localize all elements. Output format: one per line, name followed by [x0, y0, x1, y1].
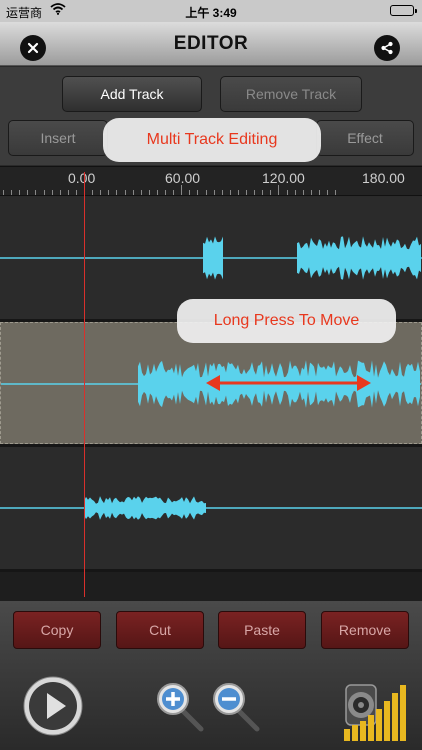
ruler-label-60: 60.00 — [165, 170, 201, 186]
multi-track-tooltip: Multi Track Editing — [103, 118, 321, 162]
ruler-tick — [51, 190, 53, 195]
remove-button[interactable]: Remove — [321, 611, 409, 649]
status-time: 上午 3:49 — [185, 6, 237, 20]
ruler-tick — [173, 190, 175, 195]
ruler-tick — [59, 190, 61, 195]
ruler-tick — [108, 190, 110, 195]
copy-button[interactable]: Copy — [13, 611, 101, 649]
ruler-tick — [19, 190, 21, 195]
effect-button[interactable]: Effect — [316, 120, 414, 156]
track-area — [0, 197, 422, 601]
page-title: EDITOR — [173, 33, 249, 54]
track-3-waveform — [0, 496, 422, 520]
share-button[interactable] — [374, 35, 400, 61]
ruler-label-120: 120.00 — [262, 170, 305, 186]
ruler-tick — [165, 190, 166, 195]
ruler-tick — [100, 190, 102, 195]
ruler-tick — [221, 190, 223, 195]
add-track-button[interactable]: Add Track — [62, 76, 202, 112]
cut-button[interactable]: Cut — [116, 611, 204, 649]
bottom-panel: Copy Cut Paste Remove — [0, 601, 422, 750]
ruler-tick — [229, 190, 231, 195]
ruler-tick — [335, 190, 337, 195]
ruler-tick — [116, 190, 118, 195]
battery-icon — [390, 5, 417, 16]
ruler-tick — [294, 190, 296, 195]
ruler-tick — [67, 190, 69, 195]
remove-track-button[interactable]: Remove Track — [220, 76, 362, 112]
ruler-label-180: 180.00 — [362, 170, 405, 186]
ruler-tick — [43, 190, 45, 195]
zoom-in-button[interactable] — [155, 681, 209, 742]
status-bar: 运营商 上午 3:49 — [0, 0, 422, 22]
track-3[interactable] — [0, 447, 422, 569]
ruler-tick — [262, 190, 264, 195]
speaker-volume-icon — [344, 684, 406, 741]
ruler-tick — [237, 190, 239, 195]
ruler-tick — [318, 190, 320, 195]
ruler-tick — [302, 190, 304, 195]
nav-bar: EDITOR — [0, 22, 422, 66]
ruler-tick — [205, 190, 207, 195]
playhead[interactable] — [84, 172, 85, 597]
ruler-tick — [75, 190, 77, 195]
ruler-tick — [278, 185, 280, 195]
ruler-tick — [3, 190, 4, 195]
ruler-tick — [286, 190, 288, 195]
ruler-tick — [213, 190, 215, 195]
track-divider — [0, 569, 422, 572]
ruler-tick — [197, 190, 199, 195]
ruler-tick — [189, 190, 191, 195]
ruler-tick — [254, 190, 256, 195]
share-icon — [381, 41, 393, 55]
ruler-tick — [140, 190, 142, 195]
ruler-tick — [270, 190, 272, 195]
ruler-tick — [124, 190, 126, 195]
ruler-tick — [92, 190, 94, 195]
ruler-tick — [310, 190, 312, 195]
long-press-tooltip: Long Press To Move — [177, 299, 396, 343]
insert-button[interactable]: Insert — [8, 120, 108, 156]
zoom-out-button[interactable] — [211, 681, 265, 742]
ruler-tick — [156, 190, 158, 195]
play-icon — [23, 676, 83, 736]
ruler-tick — [327, 190, 328, 195]
ruler-tick — [181, 185, 183, 195]
paste-button[interactable]: Paste — [218, 611, 306, 649]
play-button[interactable] — [22, 675, 84, 742]
volume-button[interactable] — [344, 681, 410, 748]
zoom-out-icon — [213, 683, 260, 732]
ruler-tick — [148, 190, 150, 195]
ruler-label-0: 0.00 — [68, 170, 96, 186]
ruler-tick — [27, 190, 29, 195]
ruler-tick — [35, 190, 37, 195]
zoom-in-icon — [157, 683, 204, 732]
ruler-tick — [132, 190, 134, 195]
ruler-tick — [246, 190, 247, 195]
timeline-ruler: 0.00 60.00 120.00 180.00 — [0, 166, 422, 196]
ruler-tick — [11, 190, 13, 195]
